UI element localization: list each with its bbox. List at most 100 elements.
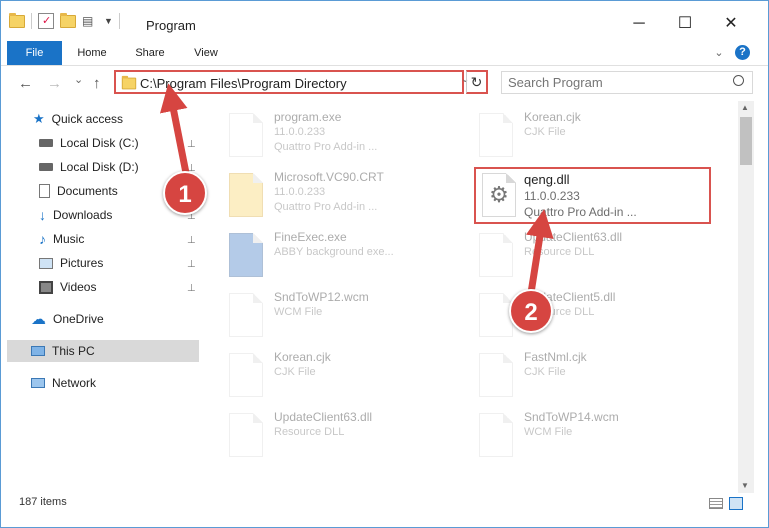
- separator: [31, 13, 32, 29]
- file-item[interactable]: SndToWP14.wcm WCM File: [461, 407, 701, 463]
- folder-icon: [229, 173, 263, 217]
- address-bar[interactable]: C:\Program Files\Program Directory: [114, 70, 464, 94]
- scroll-down-icon[interactable]: ▼: [741, 481, 749, 490]
- folder-icon[interactable]: [9, 12, 25, 28]
- file-name: UpdateClient63.dll: [274, 410, 373, 424]
- properties-icon[interactable]: ✓: [38, 13, 54, 29]
- sidebar-item-local-disk-d[interactable]: Local Disk (D:): [39, 156, 139, 178]
- qat-dropdown-icon[interactable]: ▼: [104, 16, 113, 26]
- details-view-icon[interactable]: [709, 498, 723, 509]
- refresh-button[interactable]: ↻: [466, 70, 488, 94]
- new-folder-icon[interactable]: [60, 12, 76, 28]
- back-arrow-icon[interactable]: ←: [18, 75, 33, 92]
- file-name: qeng.dll: [524, 172, 570, 187]
- forward-arrow-icon[interactable]: →: [47, 75, 62, 92]
- sidebar-item-local-disk-c[interactable]: Local Disk (C:): [39, 132, 139, 154]
- sidebar-item-quick-access[interactable]: ★ Quick access: [33, 108, 123, 130]
- cloud-icon: ☁: [31, 311, 46, 328]
- minimize-button[interactable]: ─: [616, 9, 662, 39]
- pin-icon[interactable]: ⊥: [187, 283, 196, 294]
- sidebar-item-downloads[interactable]: ↓ Downloads: [39, 204, 112, 226]
- file-item[interactable]: program.exe 11.0.0.233 Quattro Pro Add-i…: [211, 107, 451, 163]
- up-arrow-icon[interactable]: ↑: [93, 75, 101, 92]
- step-2-badge: 2: [509, 289, 553, 333]
- maximize-button[interactable]: ☐: [662, 9, 708, 39]
- file-description: Quattro Pro Add-in ...: [524, 205, 637, 219]
- pin-icon[interactable]: ⊥: [187, 259, 196, 270]
- close-button[interactable]: ✕: [708, 9, 754, 39]
- sidebar-item-onedrive[interactable]: ☁ OneDrive: [31, 308, 104, 330]
- file-item[interactable]: Microsoft.VC90.CRT 11.0.0.233 Quattro Pr…: [211, 167, 451, 223]
- file-item[interactable]: FineExec.exe ABBY background exe...: [211, 227, 451, 283]
- tab-view[interactable]: View: [187, 41, 225, 65]
- search-icon[interactable]: [733, 75, 744, 86]
- file-item[interactable]: Korean.cjk CJK File: [461, 107, 701, 163]
- file-name: program.exe: [274, 110, 342, 124]
- help-icon[interactable]: ?: [735, 45, 750, 60]
- file-item[interactable]: FastNml.cjk CJK File: [461, 347, 701, 403]
- sidebar-item-label: Local Disk (D:): [60, 160, 139, 174]
- sidebar-item-pictures[interactable]: Pictures: [39, 252, 103, 274]
- pin-icon[interactable]: ⊥: [187, 139, 196, 150]
- sidebar-item-label: Quick access: [51, 112, 124, 126]
- file-icon: [479, 353, 513, 397]
- star-icon: ★: [33, 111, 45, 126]
- highlighted-file-item[interactable]: ⚙ qeng.dll 11.0.0.233 Quattro Pro Add-in…: [474, 167, 711, 224]
- document-icon: [39, 184, 50, 198]
- file-item[interactable]: UpdateClient63.dll Resource DLL: [211, 407, 451, 463]
- separator: [118, 13, 120, 29]
- title-bar: ✓ ▤ ▼ Program ─ ☐ ✕: [1, 1, 768, 41]
- file-item[interactable]: UpdateClient63.dll Resource DLL: [461, 227, 701, 283]
- file-item[interactable]: Korean.cjk CJK File: [211, 347, 451, 403]
- sidebar-item-label: Pictures: [60, 256, 104, 270]
- address-path[interactable]: C:\Program Files\Program Directory: [140, 76, 347, 91]
- sidebar-item-videos[interactable]: Videos: [39, 276, 96, 298]
- tab-home[interactable]: Home: [71, 41, 113, 65]
- pictures-icon: [39, 257, 53, 269]
- sidebar-item-label: Documents: [57, 184, 118, 198]
- sidebar-item-label: Downloads: [53, 208, 113, 222]
- scrollbar-thumb[interactable]: [740, 117, 752, 165]
- search-input[interactable]: [501, 71, 753, 94]
- file-item[interactable]: UpdateClient5.dll Resource DLL: [461, 287, 701, 343]
- file-type: WCM File: [524, 426, 573, 438]
- scroll-up-icon[interactable]: ▲: [741, 103, 749, 112]
- file-version: 11.0.0.233: [524, 189, 580, 203]
- file-type: CJK File: [524, 126, 566, 138]
- file-name: Korean.cjk: [524, 110, 581, 124]
- sidebar-item-music[interactable]: ♪ Music: [39, 228, 84, 250]
- file-icon: [229, 353, 263, 397]
- navigation-pane: ★ Quick access Local Disk (C:) Local Dis…: [1, 101, 201, 491]
- file-icon: [479, 113, 513, 157]
- file-name: Microsoft.VC90.CRT: [274, 170, 384, 184]
- sidebar-item-documents[interactable]: Documents: [39, 180, 118, 202]
- file-type: Resource DLL: [524, 246, 595, 258]
- tab-share[interactable]: Share: [129, 41, 171, 65]
- pin-icon[interactable]: ⊥: [187, 235, 196, 246]
- exe-file-icon: [229, 113, 263, 157]
- sidebar-item-this-pc[interactable]: This PC: [7, 340, 199, 362]
- customize-icon[interactable]: ▤: [82, 13, 98, 29]
- sidebar-item-label: OneDrive: [53, 312, 104, 326]
- file-icon: [229, 293, 263, 337]
- exe-file-icon: [229, 233, 263, 277]
- recent-dropdown-icon[interactable]: ⌄: [74, 73, 83, 86]
- vertical-scrollbar[interactable]: ▲ ▼: [738, 101, 754, 493]
- sidebar-item-network[interactable]: Network: [31, 372, 96, 394]
- computer-icon: [31, 346, 45, 356]
- sidebar-item-label: Music: [53, 232, 85, 246]
- dll-file-icon: [479, 233, 513, 277]
- file-name: SndToWP12.wcm: [274, 290, 369, 304]
- file-version: 11.0.0.233: [274, 126, 326, 138]
- file-explorer-window: ✓ ▤ ▼ Program ─ ☐ ✕ File Home Share View…: [0, 0, 769, 528]
- tiles-view-icon[interactable]: [729, 497, 743, 510]
- file-type: WCM File: [274, 306, 323, 318]
- file-name: FastNml.cjk: [524, 350, 587, 364]
- tab-file[interactable]: File: [7, 41, 62, 65]
- quick-access-toolbar: ✓ ▤ ▼: [9, 12, 120, 29]
- chevron-down-icon[interactable]: ⌄: [711, 41, 727, 65]
- step-1-badge: 1: [163, 171, 207, 215]
- file-icon: [479, 413, 513, 457]
- drive-icon: [39, 163, 53, 171]
- file-item[interactable]: SndToWP12.wcm WCM File: [211, 287, 451, 343]
